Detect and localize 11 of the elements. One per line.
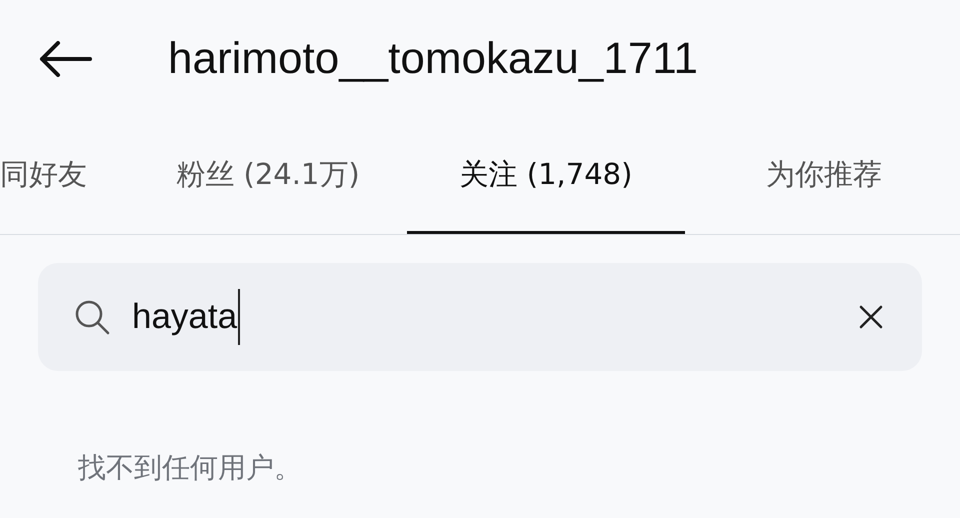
search-icon xyxy=(74,299,110,335)
empty-message: 找不到任何用户。 xyxy=(78,450,303,486)
search-query: hayata xyxy=(132,297,238,337)
page-title: harimoto__tomokazu_1711 xyxy=(168,34,698,84)
search-field[interactable]: hayata xyxy=(38,263,922,371)
tab[interactable]: 关注 (1,748) xyxy=(407,118,685,234)
tab[interactable]: 粉丝 (24.1万) xyxy=(129,118,407,234)
tab[interactable]: 同好友 xyxy=(0,118,129,234)
back-button[interactable] xyxy=(38,39,94,79)
back-arrow-icon xyxy=(38,41,92,77)
tab[interactable]: 为你推荐 xyxy=(685,118,960,234)
